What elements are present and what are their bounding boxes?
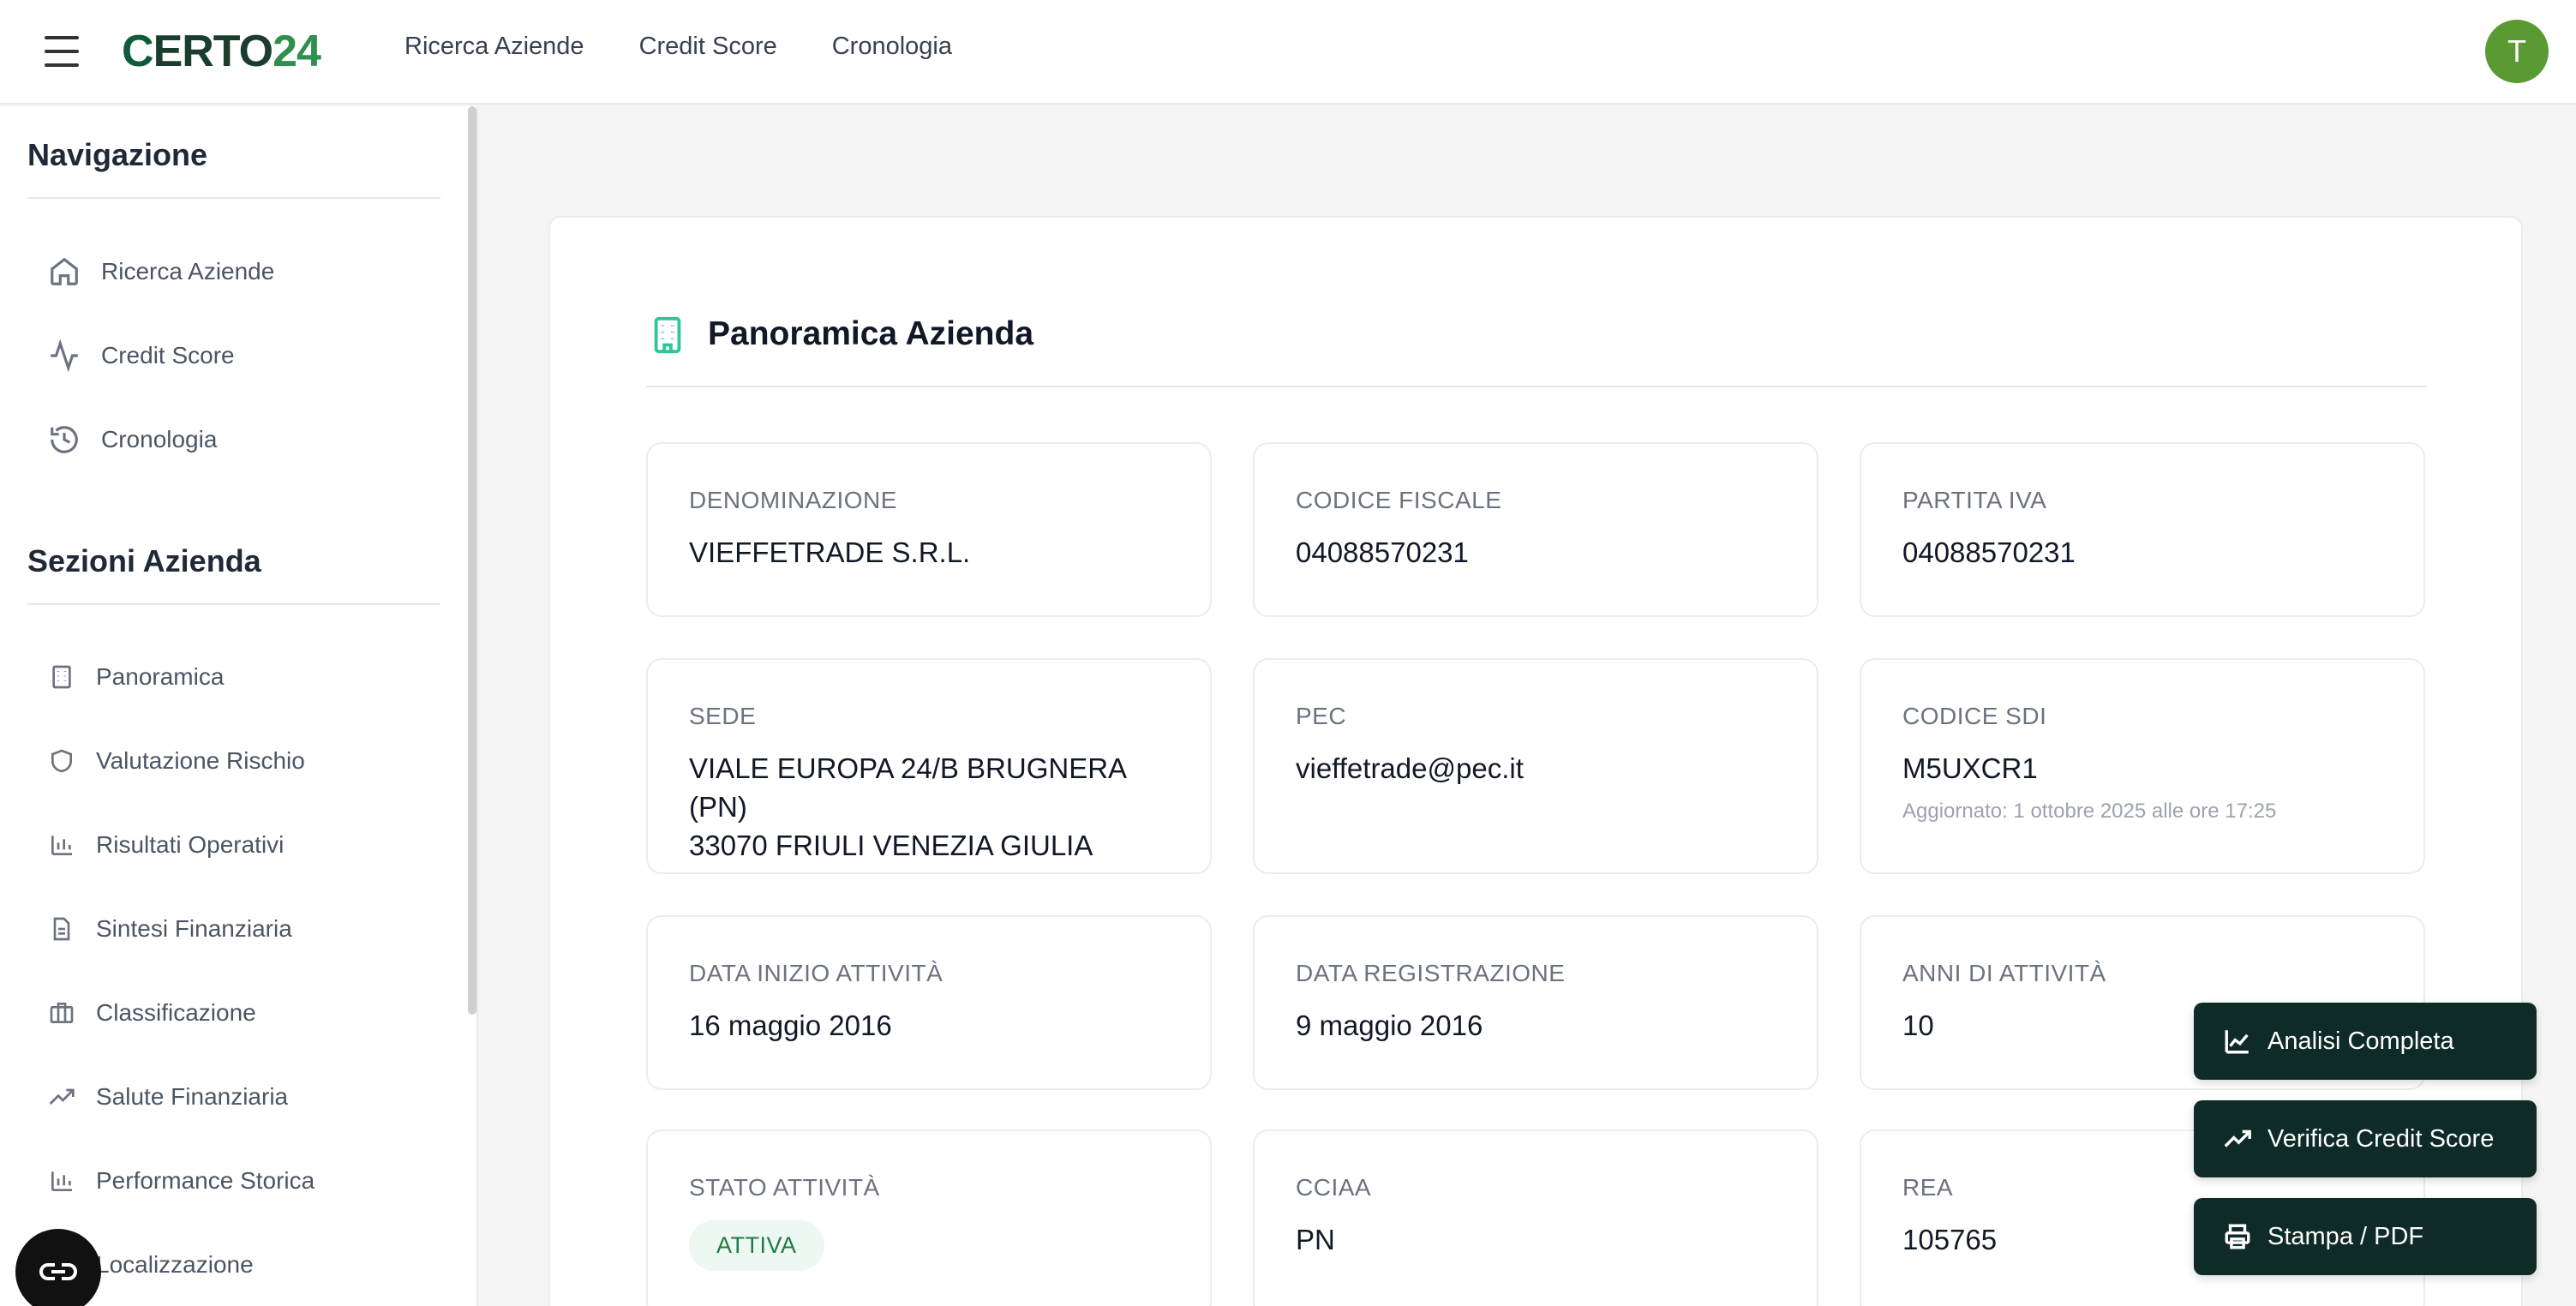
trending-up-icon	[49, 1088, 75, 1105]
verifica-credit-score-button[interactable]: Verifica Credit Score	[2194, 1100, 2537, 1177]
bar-chart-icon	[51, 1171, 72, 1191]
field-cciaa: CCIAA PN	[1253, 1129, 1818, 1306]
page-title: Panoramica Azienda	[708, 315, 1034, 352]
analisi-completa-button[interactable]: Analisi Completa	[2194, 1003, 2537, 1080]
status-badge: ATTIVA	[689, 1220, 824, 1271]
sidebar-scrollbar[interactable]	[468, 106, 476, 1015]
field-codice-fiscale: CODICE FISCALE 04088570231	[1253, 442, 1818, 617]
field-pec: PEC vieffetrade@pec.it	[1253, 658, 1818, 874]
last-updated-note: Aggiornato: 1 ottobre 2025 alle ore 17:2…	[1902, 800, 2277, 823]
field-denominazione: DENOMINAZIONE VIEFFETRADE S.R.L.	[646, 442, 1212, 617]
link-icon	[39, 1263, 77, 1280]
field-sede: SEDE VIALE EUROPA 24/B BRUGNERA (PN) 330…	[646, 658, 1212, 874]
sidebar-item-performance-storica[interactable]: Performance Storica	[48, 1167, 315, 1195]
bar-chart-icon	[51, 836, 72, 855]
field-data-registrazione: DATA REGISTRAZIONE 9 maggio 2016	[1253, 915, 1818, 1090]
top-nav: Ricerca Aziende Credit Score Cronologia	[404, 33, 952, 61]
topnav-credit-score[interactable]: Credit Score	[639, 33, 777, 61]
chat-widget-button[interactable]	[15, 1229, 101, 1306]
divider	[27, 603, 440, 605]
sidebar-item-ricerca-aziende[interactable]: Ricerca Aziende	[48, 255, 274, 288]
topnav-ricerca-aziende[interactable]: Ricerca Aziende	[404, 33, 584, 61]
field-data-inizio-attivita: DATA INIZIO ATTIVITÀ 16 maggio 2016	[646, 915, 1212, 1090]
home-icon	[51, 257, 78, 285]
field-stato-attivita: STATO ATTIVITÀ ATTIVA	[646, 1129, 1212, 1306]
logo[interactable]: C ERTO 24	[122, 26, 321, 77]
trending-up-icon	[2224, 1129, 2251, 1147]
shield-icon	[51, 749, 72, 773]
divider	[27, 197, 440, 199]
history-icon	[51, 426, 78, 453]
sidebar-nav-heading: Navigazione	[27, 137, 208, 172]
divider	[646, 386, 2427, 387]
menu-icon[interactable]	[45, 36, 79, 67]
sidebar-item-risultati-operativi[interactable]: Risultati Operativi	[48, 831, 284, 859]
activity-icon	[51, 339, 78, 372]
document-icon	[53, 917, 70, 941]
top-bar: C ERTO 24 Ricerca Aziende Credit Score Cro…	[0, 0, 2576, 105]
stampa-pdf-button[interactable]: Stampa / PDF	[2194, 1198, 2537, 1275]
printer-icon	[2225, 1224, 2250, 1249]
sidebar-item-credit-score[interactable]: Credit Score	[48, 339, 235, 372]
sidebar-item-salute-finanziaria[interactable]: Salute Finanziaria	[48, 1083, 288, 1111]
topnav-cronologia[interactable]: Cronologia	[832, 33, 952, 61]
sidebar-sections-heading: Sezioni Azienda	[27, 543, 261, 578]
field-codice-sdi: CODICE SDI M5UXCR1 Aggiornato: 1 ottobre…	[1860, 658, 2425, 874]
line-chart-icon	[2225, 1030, 2249, 1054]
sidebar-item-panoramica[interactable]: Panoramica	[48, 663, 224, 691]
sidebar-item-valutazione-rischio[interactable]: Valutazione Rischio	[48, 747, 305, 775]
briefcase-icon	[50, 1003, 74, 1023]
sidebar-item-cronologia[interactable]: Cronologia	[48, 423, 217, 456]
avatar[interactable]: T	[2485, 20, 2549, 83]
sidebar-item-classificazione[interactable]: Classificazione	[48, 999, 256, 1027]
building-icon	[654, 316, 681, 354]
sidebar-item-sintesi-finanziaria[interactable]: Sintesi Finanziaria	[48, 915, 292, 943]
building-icon	[52, 665, 71, 689]
field-partita-iva: PARTITA IVA 04088570231	[1860, 442, 2425, 617]
